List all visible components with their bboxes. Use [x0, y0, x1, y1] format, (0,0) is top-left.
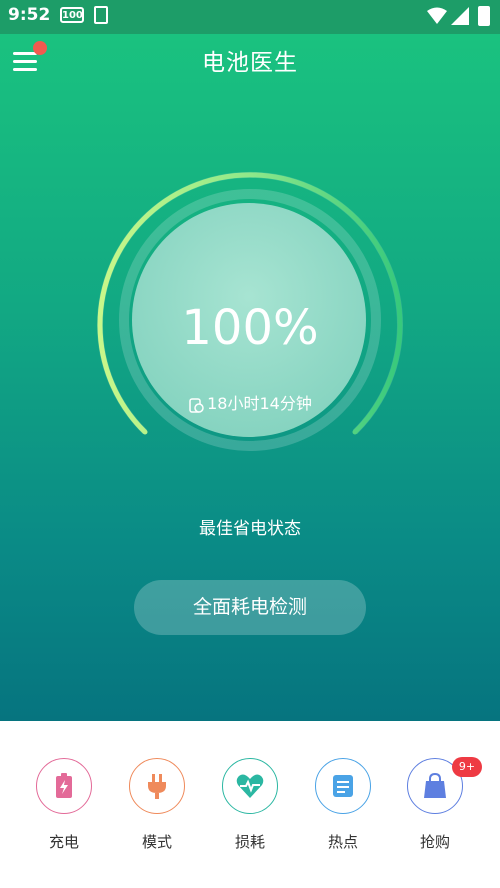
nav-item-charge[interactable]: 充电 — [34, 758, 94, 858]
heartbeat-icon — [236, 774, 264, 798]
battery-percent: 100% — [181, 300, 319, 356]
bottom-nav: 充电 模式 损耗 热点 抢购 — [0, 721, 500, 888]
shopping-bag-icon — [424, 772, 446, 798]
plug-icon — [148, 774, 166, 799]
signal-icon — [451, 7, 469, 25]
clean-icon — [94, 6, 108, 24]
battery-clock-icon — [189, 397, 204, 413]
nav-label: 抢购 — [419, 833, 450, 851]
battery-indicator-icon: 100 — [60, 7, 84, 23]
nav-label: 热点 — [327, 833, 358, 851]
nav-label: 损耗 — [234, 833, 265, 851]
nav-label: 充电 — [48, 833, 79, 851]
nav-item-wear[interactable]: 损耗 — [220, 758, 280, 858]
charge-icon — [56, 773, 72, 798]
shop-badge: 9+ — [452, 757, 482, 777]
remaining-time-text: 18小时14分钟 — [207, 394, 312, 413]
battery-icon — [478, 6, 490, 26]
full-power-check-button[interactable]: 全面耗电检测 — [134, 580, 366, 635]
news-icon — [333, 775, 353, 797]
remaining-time: 18小时14分钟 — [0, 390, 500, 414]
nav-item-mode[interactable]: 模式 — [127, 758, 187, 858]
nav-item-hot[interactable]: 热点 — [313, 758, 373, 858]
nav-label: 模式 — [141, 833, 172, 851]
power-status-text: 最佳省电状态 — [199, 519, 301, 539]
wifi-icon — [427, 7, 447, 24]
page-title: 电池医生 — [202, 50, 298, 76]
status-time: 9:52 — [8, 5, 51, 25]
status-bar: 9:52 100 — [0, 0, 500, 34]
